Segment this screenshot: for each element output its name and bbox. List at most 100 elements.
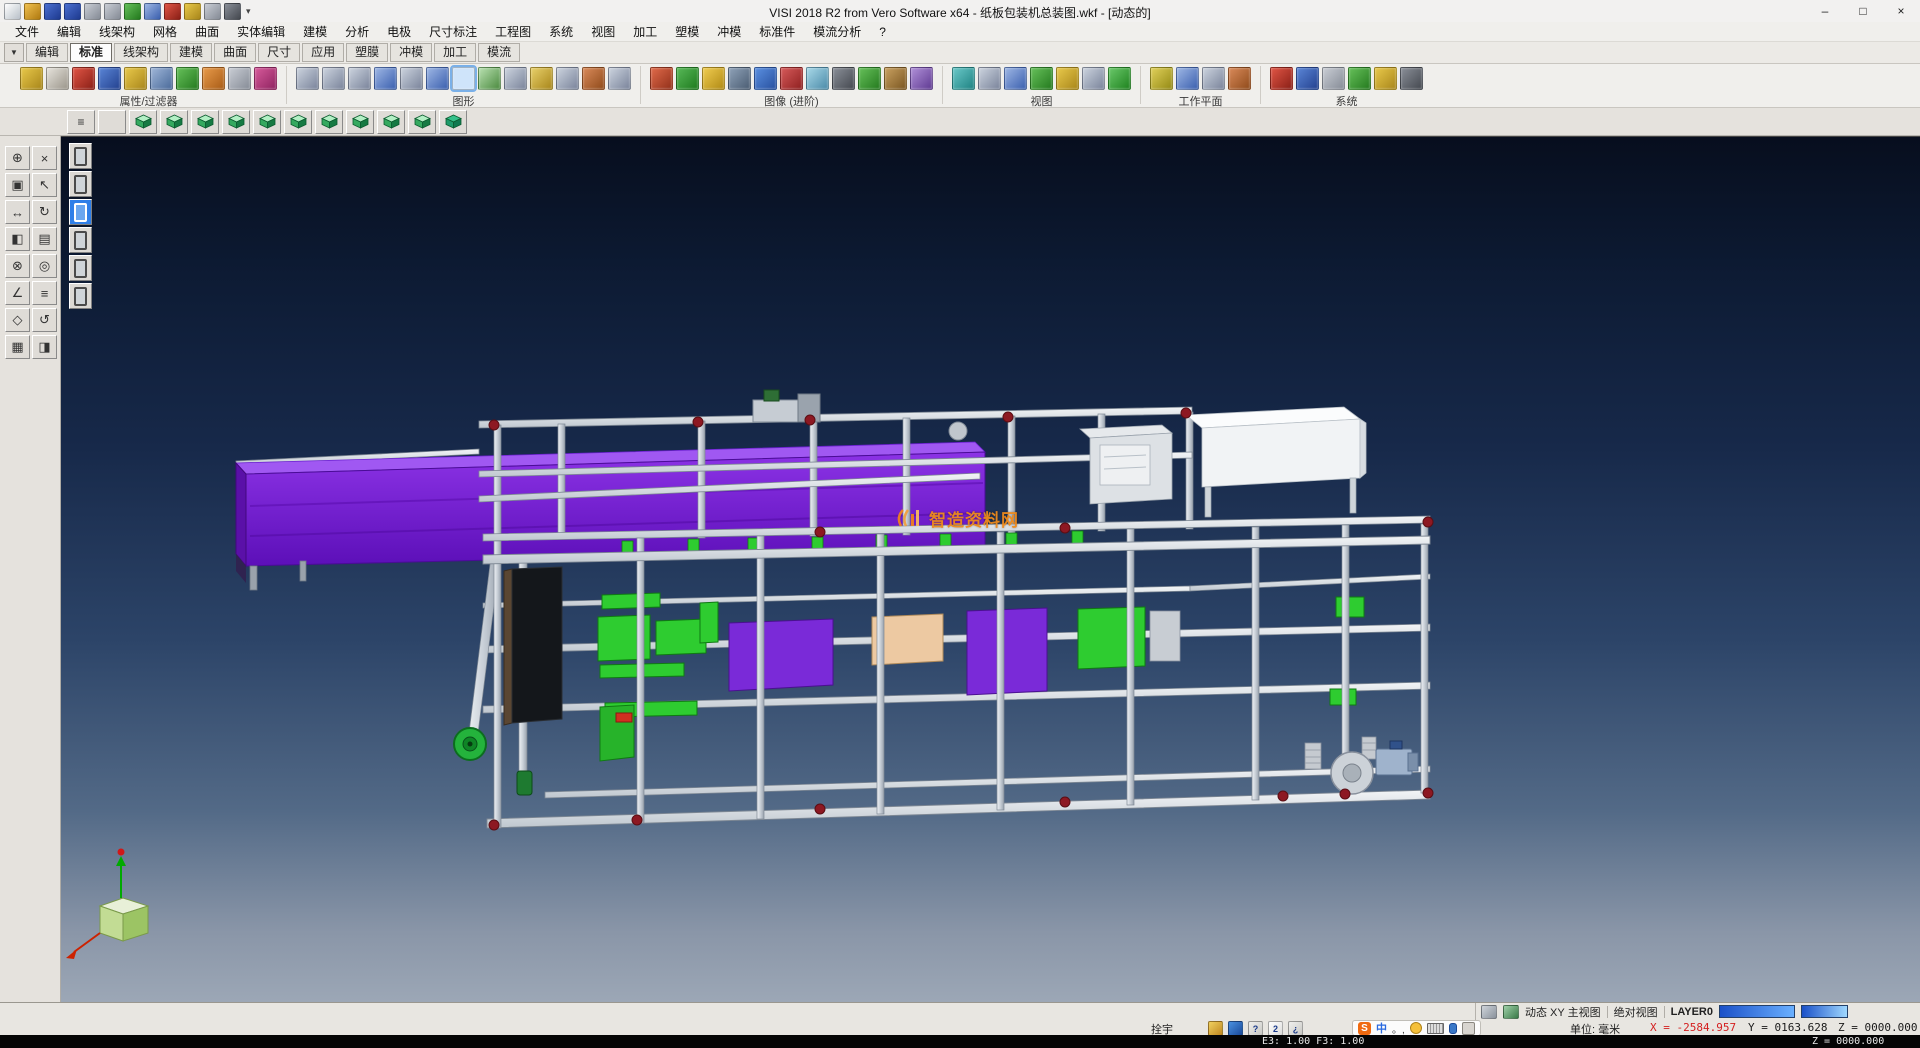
menu-item-4[interactable]: 网格	[144, 21, 186, 42]
attr-pencil-icon[interactable]	[124, 67, 147, 90]
attr-blue-arrow-icon[interactable]	[98, 67, 121, 90]
trim-icon[interactable]: ⊗	[5, 254, 30, 278]
qat-open-icon[interactable]	[24, 3, 41, 20]
menu-item-6[interactable]: 实体编辑	[228, 21, 294, 42]
shade-toggle-icon[interactable]: ◨	[32, 335, 57, 359]
menu-item-16[interactable]: 冲模	[708, 21, 750, 42]
toolbar-tab-2[interactable]: 标准	[70, 43, 112, 62]
gfx-trim-icon[interactable]	[582, 67, 605, 90]
tray-info-icon[interactable]: ¿	[1288, 1021, 1303, 1036]
view-iso2-button[interactable]	[346, 110, 374, 134]
sys-calculator-icon[interactable]	[1322, 67, 1345, 90]
attr-filter-icon[interactable]	[20, 67, 43, 90]
img-background-icon[interactable]	[754, 67, 777, 90]
view-previous-icon[interactable]	[1056, 67, 1079, 90]
gfx-chamfer-icon[interactable]	[556, 67, 579, 90]
gfx-spline-icon[interactable]	[452, 67, 475, 90]
menu-item-8[interactable]: 分析	[336, 21, 378, 42]
gfx-ellipse-icon[interactable]	[478, 67, 501, 90]
circle-tool-icon[interactable]: ◎	[32, 254, 57, 278]
sys-monitor-icon[interactable]	[1296, 67, 1319, 90]
workplane-3pt-icon[interactable]	[1202, 67, 1225, 90]
menu-item-13[interactable]: 视图	[582, 21, 624, 42]
display-mode-button-2[interactable]	[69, 171, 92, 197]
img-render-icon[interactable]	[650, 67, 673, 90]
workplane-xy-icon[interactable]	[1150, 67, 1173, 90]
view-iso-icon[interactable]	[1108, 67, 1131, 90]
tray-help-icon[interactable]: ?	[1248, 1021, 1263, 1036]
measure-angle-icon[interactable]: ∠	[5, 281, 30, 305]
toolbar-tab-3[interactable]: 线架构	[114, 43, 168, 62]
tray-shield-icon[interactable]	[1228, 1021, 1243, 1036]
qat-cut-icon[interactable]	[164, 3, 181, 20]
img-shadow-icon[interactable]	[832, 67, 855, 90]
sys-angle-icon[interactable]	[1400, 67, 1423, 90]
img-screenshot-icon[interactable]	[910, 67, 933, 90]
minimize-button[interactable]: –	[1806, 0, 1844, 22]
qat-save-icon[interactable]	[44, 3, 61, 20]
selection-window-icon[interactable]: ▣	[5, 173, 30, 197]
workplane-reset-icon[interactable]	[1228, 67, 1251, 90]
menu-item-11[interactable]: 工程图	[486, 21, 540, 42]
attr-paint-icon[interactable]	[202, 67, 225, 90]
view-empty-button[interactable]	[98, 110, 126, 134]
view-shaded-button[interactable]	[439, 110, 467, 134]
view-bottom-button[interactable]	[284, 110, 312, 134]
qat-new-icon[interactable]	[4, 3, 21, 20]
gfx-point-icon[interactable]	[296, 67, 319, 90]
img-material-icon[interactable]	[884, 67, 907, 90]
view-front-button[interactable]	[160, 110, 188, 134]
toolbar-tab-9[interactable]: 冲模	[390, 43, 432, 62]
attr-red-arrow-icon[interactable]	[72, 67, 95, 90]
attr-check-icon[interactable]	[176, 67, 199, 90]
maximize-button[interactable]: □	[1844, 0, 1882, 22]
menu-item-18[interactable]: 模流分析	[804, 21, 870, 42]
close-button[interactable]: ×	[1882, 0, 1920, 22]
gfx-extend-icon[interactable]	[608, 67, 631, 90]
ime-language-toggle[interactable]: 中	[1376, 1020, 1387, 1036]
view-back-button[interactable]	[253, 110, 281, 134]
toolbar-tab-10[interactable]: 加工	[434, 43, 476, 62]
menu-item-5[interactable]: 曲面	[186, 21, 228, 42]
toolbar-tab-11[interactable]: 模流	[478, 43, 520, 62]
qat-overflow-caret[interactable]: ▾	[246, 6, 251, 17]
toolbar-tab-6[interactable]: 尺寸	[258, 43, 300, 62]
gfx-arc-icon[interactable]	[348, 67, 371, 90]
sys-colors-icon[interactable]	[1270, 67, 1293, 90]
rotate-icon[interactable]: ↻	[32, 200, 57, 224]
tray-count-badge[interactable]: 2	[1268, 1021, 1283, 1036]
translate-icon[interactable]: ↔	[5, 200, 30, 224]
menu-item-2[interactable]: 编辑	[48, 21, 90, 42]
display-mode-button-4[interactable]	[69, 227, 92, 253]
menu-item-9[interactable]: 电极	[378, 21, 420, 42]
img-camera-icon[interactable]	[728, 67, 751, 90]
attr-layers-icon[interactable]	[150, 67, 173, 90]
ime-bar[interactable]: S 中 。,	[1352, 1020, 1481, 1036]
tray-image-icon[interactable]	[1208, 1021, 1223, 1036]
view-zoom-icon[interactable]	[1004, 67, 1027, 90]
toolbar-tab-5[interactable]: 曲面	[214, 43, 256, 62]
img-edges-icon[interactable]	[858, 67, 881, 90]
display-mode-button-1[interactable]	[69, 143, 92, 169]
sys-table-icon[interactable]	[1374, 67, 1397, 90]
view-front-icon[interactable]	[1082, 67, 1105, 90]
absolute-view-label[interactable]: 绝对视图	[1614, 1004, 1658, 1020]
menu-item-3[interactable]: 线架构	[90, 21, 144, 42]
undo-view-icon[interactable]: ↺	[32, 308, 57, 332]
ime-keyboard-icon[interactable]	[1427, 1023, 1444, 1034]
menu-item-12[interactable]: 系统	[540, 21, 582, 42]
view-iso3-button[interactable]	[377, 110, 405, 134]
gfx-rect-icon[interactable]	[400, 67, 423, 90]
qat-settings-icon[interactable]	[224, 3, 241, 20]
img-texture-icon[interactable]	[676, 67, 699, 90]
img-section-icon[interactable]	[780, 67, 803, 90]
view-right-button[interactable]	[222, 110, 250, 134]
ime-punctuation-toggle[interactable]: 。,	[1392, 1021, 1405, 1036]
view-iso4-button[interactable]	[408, 110, 436, 134]
qat-save-all-icon[interactable]	[64, 3, 81, 20]
zoom-in-icon[interactable]: ⊕	[5, 146, 30, 170]
qat-copy-icon[interactable]	[184, 3, 201, 20]
gfx-line-icon[interactable]	[322, 67, 345, 90]
view-rotate-icon[interactable]	[952, 67, 975, 90]
color-scale-bar[interactable]	[1719, 1005, 1795, 1018]
